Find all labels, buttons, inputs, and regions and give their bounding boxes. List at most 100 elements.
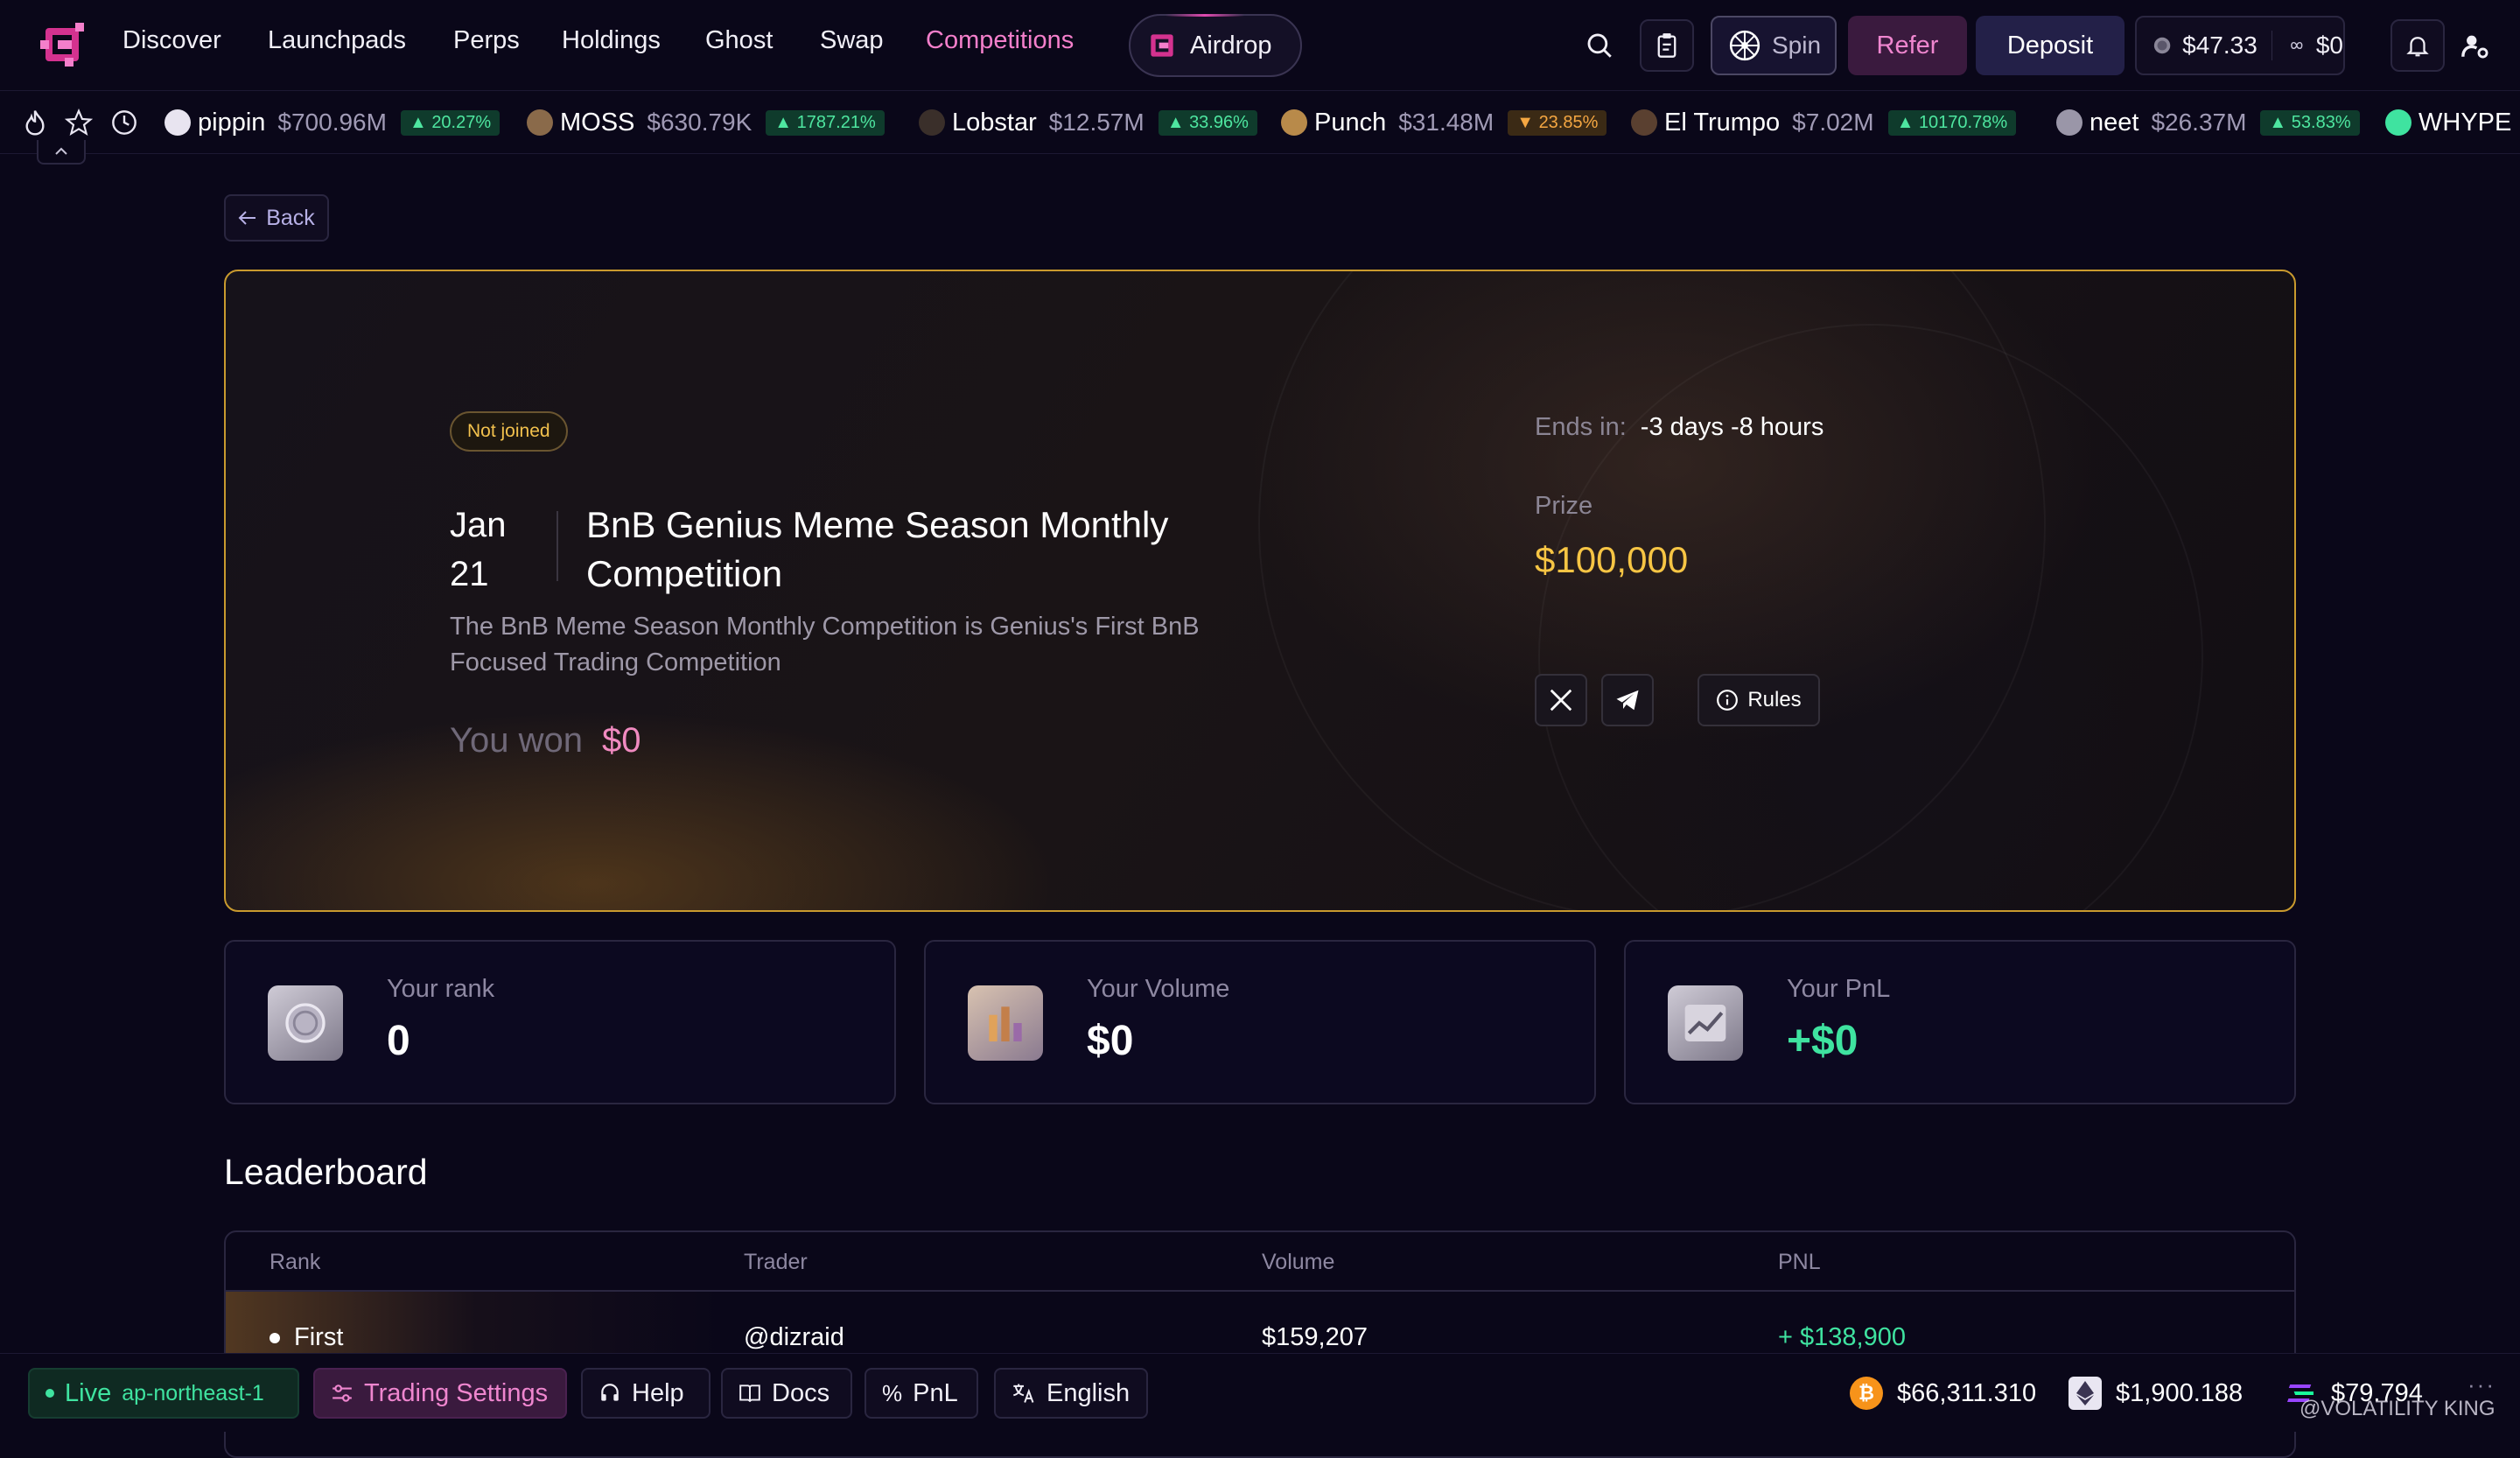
trading-settings-label: Trading Settings — [364, 1378, 549, 1407]
btc-price-value: $66,311.310 — [1897, 1378, 2037, 1407]
pnl-button[interactable]: % PnL — [864, 1368, 978, 1419]
user-settings-icon[interactable] — [2455, 26, 2496, 65]
stat-card-volume: Your Volume $0 — [924, 940, 1596, 1104]
column-header[interactable]: Trader — [744, 1250, 808, 1275]
telegram-share-button[interactable] — [1601, 674, 1654, 726]
search-icon[interactable] — [1580, 26, 1619, 65]
nav-swap[interactable]: Swap — [820, 26, 884, 55]
docs-button[interactable]: Docs — [721, 1368, 852, 1419]
ticker-collapse-button[interactable] — [37, 140, 86, 165]
token-avatar — [919, 109, 945, 136]
ticker-item-punch[interactable]: Punch $31.48M ▼ 23.85% — [1281, 105, 1607, 140]
nav-launchpads[interactable]: Launchpads — [268, 26, 406, 55]
table-header: Rank Trader Volume PNL — [226, 1232, 2294, 1292]
top-navbar: Discover Launchpads Perps Holdings Ghost… — [0, 0, 2520, 91]
won-label: You won — [450, 721, 583, 760]
more-icon[interactable]: ··· — [2468, 1371, 2496, 1398]
star-icon[interactable] — [65, 109, 93, 137]
ticker-mcap: $700.96M — [277, 109, 387, 136]
ticker-name: MOSS — [560, 108, 635, 137]
flame-icon[interactable] — [21, 109, 49, 137]
x-logo-icon — [1550, 689, 1572, 711]
nav-perps[interactable]: Perps — [453, 26, 520, 55]
telegram-icon — [1616, 690, 1639, 711]
pnl-cell: + $138,900 — [1778, 1323, 1906, 1351]
competition-title: BnB Genius Meme Season Monthly Competiti… — [586, 504, 1169, 594]
ticker-mcap: $26.37M — [2151, 109, 2247, 136]
x-share-button[interactable] — [1535, 674, 1587, 726]
nav-competitions[interactable]: Competitions — [926, 26, 1074, 55]
nav-ghost[interactable]: Ghost — [705, 26, 773, 55]
stat-value: +$0 — [1787, 1018, 1858, 1064]
ticker-mcap: $12.57M — [1048, 109, 1144, 136]
volume-cell: $159,207 — [1262, 1323, 1368, 1351]
competition-description: The BnB Meme Season Monthly Competition … — [450, 613, 1200, 676]
arrow-left-icon — [238, 211, 256, 225]
ticker-mcap: $31.48M — [1398, 109, 1494, 136]
stat-value: 0 — [387, 1018, 410, 1064]
competition-date: Jan 21 — [450, 501, 537, 599]
rules-button[interactable]: Rules — [1698, 674, 1820, 726]
ticker-item-whype[interactable]: WHYPE — [2385, 105, 2511, 140]
ticker-mcap: $630.79K — [647, 109, 752, 136]
date-day: 21 — [450, 555, 489, 593]
prize-label: Prize — [1535, 492, 1593, 520]
ticker-name: WHYPE — [2418, 108, 2512, 137]
eth-price-value: $1,900.188 — [2116, 1378, 2244, 1407]
spin-label: Spin — [1772, 32, 1822, 59]
nav-holdings[interactable]: Holdings — [562, 26, 661, 55]
nav-discover[interactable]: Discover — [122, 26, 221, 55]
bitcoin-icon: ₿ — [1850, 1377, 1883, 1410]
btc-price: ₿ $66,311.310 — [1850, 1377, 2036, 1410]
ticker-item-el-trumpo[interactable]: El Trumpo $7.02M ▲ 10170.78% — [1631, 105, 2017, 140]
clipboard-icon[interactable] — [1640, 19, 1694, 72]
ethereum-icon — [2068, 1377, 2102, 1410]
wallet-balance[interactable]: $47.33 $0 — [2135, 16, 2345, 75]
stat-value: $0 — [1087, 1018, 1134, 1064]
ticker-item-pippin[interactable]: pippin $700.96M ▲ 20.27% — [164, 105, 500, 140]
trader-cell[interactable]: @dizraid — [744, 1323, 844, 1352]
back-button[interactable]: Back — [224, 194, 329, 242]
translate-icon — [1013, 1384, 1034, 1403]
airdrop-label: Airdrop — [1190, 31, 1272, 60]
refer-button[interactable]: Refer — [1848, 16, 1967, 75]
help-button[interactable]: Help — [581, 1368, 710, 1419]
chevron-up-icon — [55, 147, 67, 155]
bell-icon[interactable] — [2390, 19, 2445, 72]
ticker-name: Lobstar — [952, 108, 1037, 137]
ticker-change: ▲ 10170.78% — [1887, 109, 2017, 136]
airdrop-button[interactable]: Airdrop — [1129, 14, 1302, 77]
balance-value: $47.33 — [2182, 32, 2258, 59]
column-header[interactable]: PNL — [1778, 1250, 1821, 1275]
ticker-mcap: $7.02M — [1792, 109, 1874, 136]
ticker-item-moss[interactable]: MOSS $630.79K ▲ 1787.21% — [527, 105, 885, 140]
deposit-button[interactable]: Deposit — [1976, 16, 2124, 75]
token-avatar — [1631, 109, 1657, 136]
token-ticker-bar: pippin $700.96M ▲ 20.27% MOSS $630.79K ▲… — [0, 91, 2520, 154]
ends-value: -3 days -8 hours — [1640, 413, 1824, 441]
stat-card-rank: Your rank 0 — [224, 940, 896, 1104]
percent-icon: % — [882, 1379, 903, 1406]
trading-settings-button[interactable]: Trading Settings — [313, 1368, 567, 1419]
date-month: Jan — [450, 506, 507, 544]
live-dot-icon — [46, 1389, 54, 1398]
ticker-item-neet[interactable]: neet $26.37M ▲ 53.83% — [2056, 105, 2360, 140]
trend-chart-icon — [1668, 985, 1743, 1061]
footer-bar: Live ap-northeast-1 Trading Settings Hel… — [0, 1353, 2520, 1432]
spin-button[interactable]: Spin — [1711, 16, 1837, 75]
clock-icon[interactable] — [110, 109, 138, 137]
airdrop-logo-icon — [1151, 34, 1173, 57]
token-avatar — [164, 109, 191, 136]
column-header[interactable]: Rank — [270, 1250, 320, 1275]
live-label: Live — [65, 1378, 112, 1407]
column-header[interactable]: Volume — [1262, 1250, 1334, 1275]
language-button[interactable]: English — [994, 1368, 1148, 1419]
winnings: You won $0 — [450, 721, 641, 761]
ticker-name: neet — [2090, 108, 2139, 137]
headset-icon — [601, 1384, 619, 1401]
live-status-button[interactable]: Live ap-northeast-1 — [28, 1368, 299, 1419]
ticker-change: ▲ 1787.21% — [766, 109, 885, 136]
genius-logo-icon[interactable] — [38, 21, 86, 68]
ticker-item-lobstar[interactable]: Lobstar $12.57M ▲ 33.96% — [919, 105, 1257, 140]
ticker-change: ▲ 20.27% — [400, 109, 500, 136]
